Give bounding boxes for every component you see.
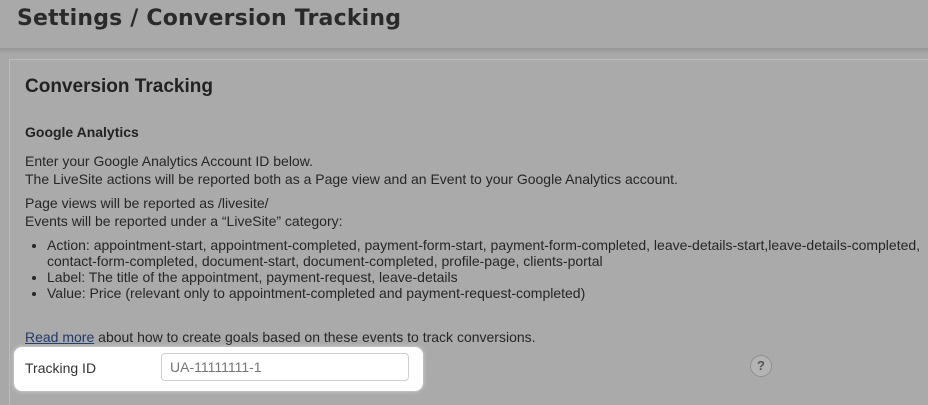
read-more-rest: about how to create goals based on these… [94, 329, 536, 345]
list-item-action: Action: appointment-start, appointment-c… [47, 237, 927, 269]
tracking-id-label: Tracking ID [25, 360, 97, 376]
section-title: Conversion Tracking [25, 76, 213, 97]
google-analytics-heading: Google Analytics [25, 124, 139, 140]
events-list: Action: appointment-start, appointment-c… [25, 237, 927, 301]
list-item-label: Label: The title of the appointment, pay… [47, 269, 927, 285]
list-item-value: Value: Price (relevant only to appointme… [47, 285, 927, 301]
tracking-id-input[interactable] [161, 353, 409, 381]
read-more-text: Read more about how to create goals base… [25, 328, 536, 346]
read-more-link[interactable]: Read more [25, 329, 94, 345]
pageviews-line-2: Events will be reported under a “LiveSit… [25, 213, 343, 229]
intro-text: Enter your Google Analytics Account ID b… [25, 152, 678, 188]
intro-line-1: Enter your Google Analytics Account ID b… [25, 153, 313, 169]
intro-line-2: The LiveSite actions will be reported bo… [25, 171, 678, 187]
pageviews-line-1: Page views will be reported as /livesite… [25, 195, 269, 211]
help-icon[interactable]: ? [750, 355, 772, 377]
tracking-id-row: Tracking ID [14, 347, 423, 391]
pageviews-text: Page views will be reported as /livesite… [25, 194, 343, 230]
page-header: Settings / Conversion Tracking [0, 0, 928, 50]
page-title: Settings / Conversion Tracking [17, 6, 402, 31]
